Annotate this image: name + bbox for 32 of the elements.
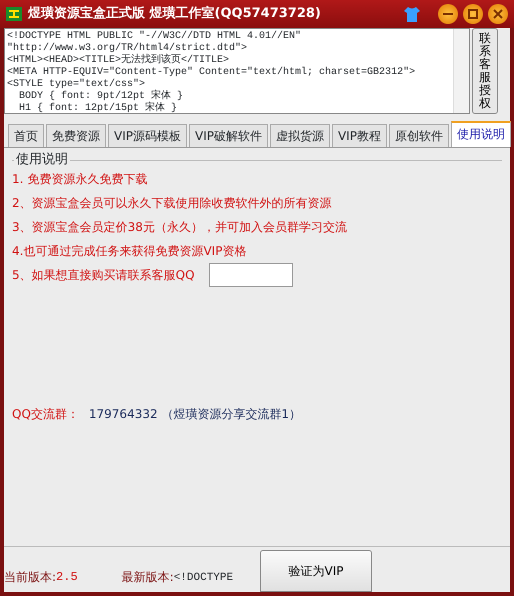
contact-service-button[interactable]: 联系客服授权: [472, 28, 498, 114]
minimize-button[interactable]: [438, 4, 458, 24]
current-version-label: 当前版本:: [4, 569, 56, 586]
latest-version-value: <!DOCTYPE: [174, 570, 234, 586]
source-text-area[interactable]: <!DOCTYPE HTML PUBLIC "-//W3C//DTD HTML 4.01//EN" "http://www.w3.org/TR/html4/strict.dtd"> <HTML><HEAD><TITLE>无法找到该页</TITLE> <META HTTP-EQUIV="Content-Type" Content="text/html; charset=GB2312"> <STYLE type="text/css"> BODY { font: 9pt/12pt 宋体 } H1 { font: 12pt/15pt 宋体 }: [4, 28, 470, 114]
window-title: 煜璜资源宝盒正式版 煜璜工作室(QQ57473728): [28, 4, 321, 24]
current-version-value: 2.5: [56, 569, 78, 586]
instruction-text: 4.也可通过完成任务来获得免费资源VIP资格: [12, 243, 246, 260]
scrollbar[interactable]: [453, 29, 469, 113]
qq-input-field[interactable]: [208, 263, 293, 287]
skin-shirt-icon[interactable]: [403, 5, 421, 23]
qq-group-number: 179764332 （煜璜资源分享交流群1）: [88, 406, 302, 423]
close-button[interactable]: [488, 4, 508, 24]
tab[interactable]: 原创软件: [388, 124, 449, 147]
maximize-button[interactable]: [463, 4, 483, 24]
maximize-icon: [468, 9, 478, 19]
instruction-text: 5、如果想直接购买请联系客服QQ: [12, 267, 195, 284]
tab[interactable]: 免费资源: [46, 124, 106, 147]
tab[interactable]: VIP教程: [332, 124, 387, 147]
verify-vip-button[interactable]: 验证为VIP: [260, 550, 372, 592]
app-logo-icon: [6, 7, 22, 21]
tab[interactable]: 虚拟货源: [270, 124, 330, 147]
tab[interactable]: 使用说明: [450, 121, 511, 147]
tab[interactable]: VIP破解软件: [188, 124, 268, 147]
instruction-text: 3、资源宝盒会员定价38元（永久），并可加入会员群学习交流: [12, 219, 347, 236]
qq-group-label: QQ交流群：: [12, 406, 79, 423]
tab[interactable]: VIP源码模板: [108, 124, 187, 147]
instruction-text: 1. 免费资源永久免费下载: [12, 171, 148, 188]
latest-version-label: 最新版本:: [122, 569, 174, 586]
instruction-text: 2、资源宝盒会员可以永久下载使用除收费软件外的所有资源: [12, 195, 332, 212]
tab[interactable]: 首页: [8, 124, 44, 147]
close-icon: [493, 9, 503, 19]
